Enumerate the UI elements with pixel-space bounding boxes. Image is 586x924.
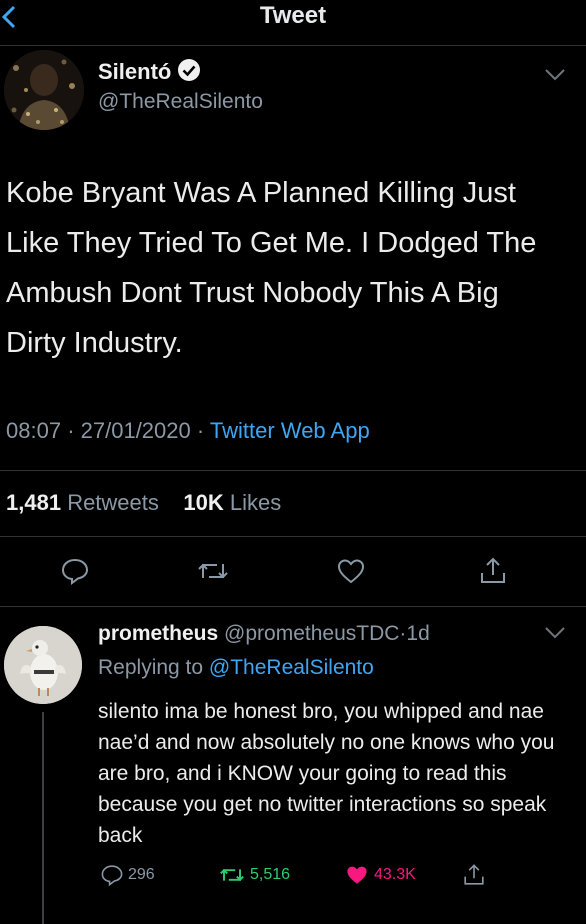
reply-more-options-button[interactable] — [544, 626, 566, 645]
tweet-meta: 08:07 · 27/01/2020 · Twitter Web App — [6, 418, 370, 443]
share-icon — [481, 557, 505, 583]
chevron-down-icon — [545, 69, 565, 81]
replying-to: Replying to @TheRealSilento — [98, 656, 374, 679]
likes-stat[interactable]: 10K Likes — [183, 490, 281, 515]
reply-header: prometheus @prometheusTDC·1d — [98, 622, 430, 645]
reply-author-name[interactable]: prometheus — [98, 622, 218, 645]
tweet-time: 08:07 — [6, 418, 62, 443]
reply-like-button[interactable]: 43.3K — [344, 862, 416, 888]
retweet-button[interactable] — [197, 556, 228, 586]
divider — [0, 606, 586, 607]
divider — [0, 470, 586, 471]
tweet-date: 27/01/2020 — [80, 418, 191, 443]
thread-line — [42, 712, 44, 924]
verified-badge-icon — [177, 58, 201, 88]
top-bar: Tweet — [0, 0, 586, 46]
reply-text: silento ima be honest bro, you whipped a… — [98, 700, 555, 847]
like-button[interactable] — [336, 556, 366, 586]
tweet-text: Kobe Bryant Was A Planned Killing Just L… — [6, 177, 537, 359]
reply-icon — [101, 865, 123, 887]
chevron-down-icon — [545, 627, 565, 639]
heart-filled-icon — [347, 866, 367, 884]
retweet-count: 5,516 — [250, 866, 291, 883]
tweet-author: Silentó @TheRealSilento — [0, 50, 586, 140]
divider — [0, 536, 586, 537]
retweet-icon — [198, 563, 228, 579]
reply-button[interactable] — [60, 556, 90, 586]
author-name[interactable]: Silentó — [98, 58, 201, 88]
tweet-source-link[interactable]: Twitter Web App — [210, 418, 370, 443]
reply-age: 1d — [406, 622, 430, 645]
tweet-stats: 1,481 Retweets 10K Likes — [6, 490, 281, 516]
reply-count: 296 — [128, 866, 155, 883]
reply-avatar[interactable] — [4, 626, 82, 704]
share-icon — [464, 864, 484, 885]
reply-retweet-button[interactable]: 5,516 — [218, 862, 290, 888]
reply-icon — [61, 558, 89, 585]
reply-share-button[interactable] — [462, 862, 490, 888]
share-button[interactable] — [478, 556, 508, 586]
retweet-icon — [220, 868, 244, 882]
retweets-stat[interactable]: 1,481 Retweets — [6, 490, 159, 515]
heart-icon — [337, 559, 365, 584]
reply-author-handle[interactable]: @prometheusTDC — [224, 622, 399, 645]
reply-tweet[interactable]: prometheus @prometheusTDC·1d Replying to… — [0, 608, 586, 924]
author-handle[interactable]: @TheRealSilento — [98, 90, 263, 114]
page-title: Tweet — [259, 2, 327, 29]
like-count: 43.3K — [374, 866, 416, 883]
replying-to-mention[interactable]: @TheRealSilento — [209, 656, 374, 679]
reply-reply-button[interactable]: 296 — [100, 862, 155, 888]
avatar[interactable] — [4, 50, 84, 130]
more-options-button[interactable] — [544, 68, 566, 87]
